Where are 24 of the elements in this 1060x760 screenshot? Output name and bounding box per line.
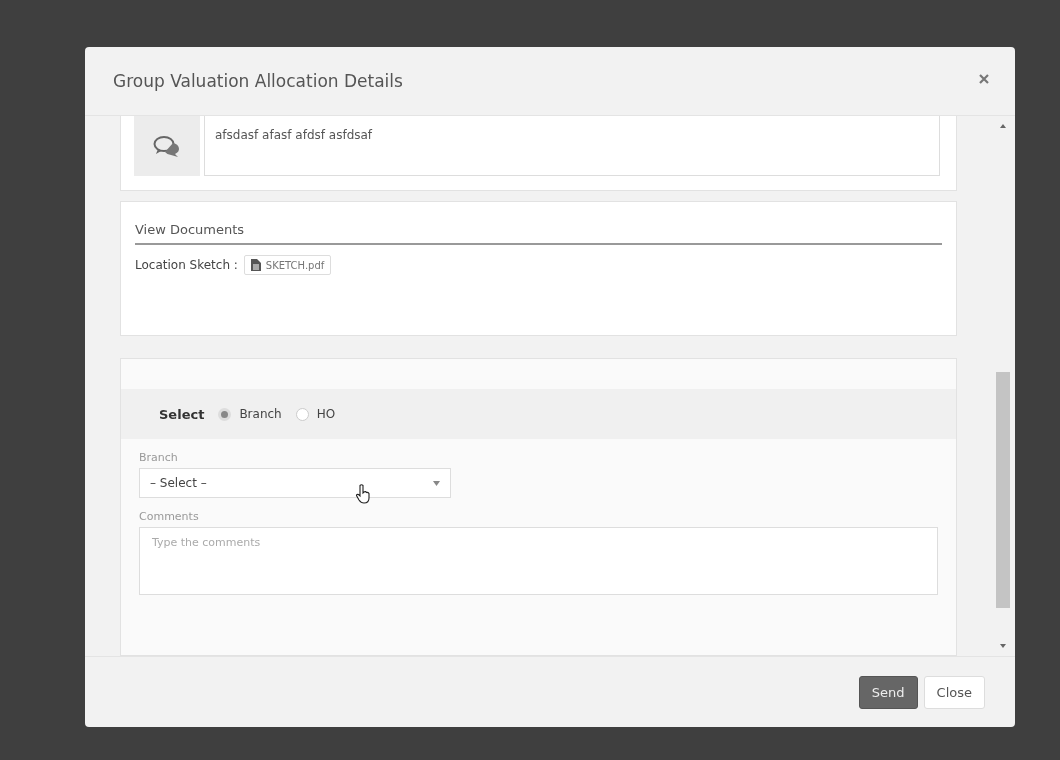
comments-field[interactable]: Type the comments: [139, 527, 938, 595]
radio-option[interactable]: HO: [295, 407, 336, 421]
select-label: Select: [159, 406, 205, 422]
radio-button[interactable]: [295, 407, 309, 421]
close-icon[interactable]: [979, 74, 989, 84]
branch-dropdown[interactable]: – Select –: [139, 468, 451, 498]
chat-bubbles-icon: [153, 134, 181, 158]
dialog-button[interactable]: Send: [858, 675, 918, 709]
dialog-title: Group Valuation Allocation Details: [113, 71, 403, 91]
field-label: Branch: [139, 451, 179, 464]
hand-cursor-icon: [355, 484, 371, 504]
document-label: Location Sketch :: [135, 258, 238, 272]
message-text: afsdasf afasf afdsf asfdsaf: [204, 116, 940, 176]
section-heading: View Documents: [135, 222, 942, 245]
radio-button[interactable]: [218, 407, 232, 421]
scroll-thumb[interactable]: [996, 372, 1010, 608]
caret-icon: [433, 480, 440, 486]
scroll-up-icon[interactable]: [1000, 124, 1006, 128]
scroll-down-icon[interactable]: [1000, 644, 1006, 648]
document-icon: [250, 259, 261, 271]
field-label: Comments: [139, 510, 200, 523]
file-link[interactable]: SKETCH.pdf: [243, 255, 332, 275]
radio-option[interactable]: Branch: [218, 407, 282, 421]
dialog-button[interactable]: Close: [923, 675, 985, 709]
